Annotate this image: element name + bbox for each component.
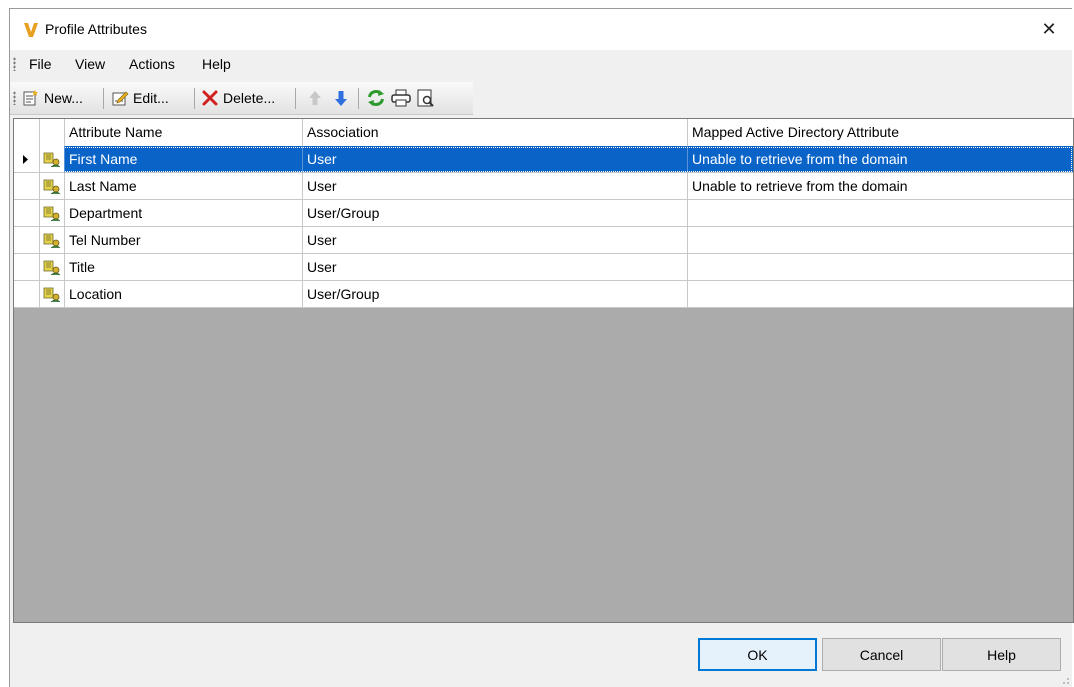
close-icon: ✕ — [1041, 19, 1057, 39]
title-bar: Profile Attributes ✕ — [10, 9, 1072, 50]
column-header-association[interactable]: Association — [303, 119, 688, 146]
row-selector[interactable] — [14, 281, 40, 308]
delete-button-label: Delete... — [223, 90, 276, 106]
row-selector[interactable] — [14, 200, 40, 227]
table-row[interactable]: First Name User Unable to retrieve from … — [14, 146, 1073, 173]
row-header-corner — [14, 119, 40, 146]
resize-grip-icon[interactable] — [1060, 675, 1070, 685]
edit-button-label: Edit... — [133, 90, 169, 106]
association-cell: User/Group — [303, 281, 688, 308]
association-cell: User — [303, 227, 688, 254]
new-button-label: New... — [44, 90, 83, 106]
menu-bar: File View Actions Help — [10, 50, 1072, 77]
menu-grip-icon — [13, 57, 16, 71]
toolbar-separator — [103, 88, 104, 109]
mapped-ad-attribute-cell: Unable to retrieve from the domain — [688, 173, 1073, 200]
mapped-ad-attribute-cell — [688, 254, 1073, 281]
association-cell: User/Group — [303, 200, 688, 227]
mapped-ad-attribute-cell — [688, 200, 1073, 227]
attribute-name-cell: Title — [65, 254, 303, 281]
toolbar-grip-icon — [13, 91, 16, 105]
attribute-icon — [43, 152, 61, 168]
toolbar: New... Edit... Delete... — [10, 82, 473, 115]
attribute-name-cell: Last Name — [65, 173, 303, 200]
attribute-name-cell: Department — [65, 200, 303, 227]
print-icon[interactable] — [390, 88, 412, 108]
edit-document-icon — [112, 91, 129, 106]
new-document-icon — [23, 90, 38, 106]
refresh-icon[interactable] — [365, 88, 387, 108]
table-row[interactable]: Location User/Group — [14, 281, 1073, 308]
attribute-icon — [43, 206, 61, 222]
toolbar-separator — [358, 88, 359, 109]
table-row[interactable]: Tel Number User — [14, 227, 1073, 254]
table-row[interactable]: Title User — [14, 254, 1073, 281]
app-logo-icon — [24, 23, 38, 37]
toolbar-separator — [194, 88, 195, 109]
move-down-arrow-icon[interactable] — [330, 88, 352, 108]
row-selector[interactable] — [14, 254, 40, 281]
row-icon-cell — [40, 254, 65, 281]
mapped-ad-attribute-cell — [688, 227, 1073, 254]
attribute-name-cell: Location — [65, 281, 303, 308]
row-icon-cell — [40, 200, 65, 227]
attribute-icon — [43, 287, 61, 303]
profile-attributes-dialog: Profile Attributes ✕ File View Actions H… — [9, 8, 1074, 687]
edit-button[interactable]: Edit... — [111, 87, 169, 109]
grid-header-row: Attribute Name Association Mapped Active… — [14, 119, 1073, 147]
mapped-ad-attribute-cell: Unable to retrieve from the domain — [688, 146, 1073, 173]
attribute-icon — [43, 179, 61, 195]
column-header-mapped-ad-attribute[interactable]: Mapped Active Directory Attribute — [688, 119, 1073, 146]
menu-file[interactable]: File — [29, 56, 52, 72]
row-selector[interactable] — [14, 227, 40, 254]
menu-view[interactable]: View — [75, 56, 105, 72]
association-cell: User — [303, 173, 688, 200]
delete-button[interactable]: Delete... — [201, 87, 275, 109]
attribute-icon — [43, 260, 61, 276]
row-icon-cell — [40, 173, 65, 200]
menu-actions[interactable]: Actions — [129, 56, 175, 72]
close-button[interactable]: ✕ — [1026, 9, 1072, 50]
attribute-icon — [43, 233, 61, 249]
current-row-arrow-icon — [23, 155, 28, 164]
ok-button[interactable]: OK — [698, 638, 817, 671]
delete-x-icon — [202, 90, 218, 106]
menu-help[interactable]: Help — [202, 56, 231, 72]
association-cell: User — [303, 146, 688, 173]
attributes-grid: Attribute Name Association Mapped Active… — [13, 118, 1074, 623]
help-button[interactable]: Help — [942, 638, 1061, 671]
attribute-name-cell: Tel Number — [65, 227, 303, 254]
row-selector[interactable] — [14, 173, 40, 200]
row-selector[interactable] — [14, 146, 40, 173]
row-icon-cell — [40, 227, 65, 254]
window-title: Profile Attributes — [45, 21, 147, 37]
new-button[interactable]: New... — [22, 87, 83, 109]
mapped-ad-attribute-cell — [688, 281, 1073, 308]
attribute-name-cell: First Name — [65, 146, 303, 173]
icon-column-header — [40, 119, 65, 146]
row-icon-cell — [40, 281, 65, 308]
table-row[interactable]: Last Name User Unable to retrieve from t… — [14, 173, 1073, 200]
print-preview-icon[interactable] — [415, 88, 437, 108]
toolbar-separator — [295, 88, 296, 109]
row-icon-cell — [40, 146, 65, 173]
table-row[interactable]: Department User/Group — [14, 200, 1073, 227]
association-cell: User — [303, 254, 688, 281]
cancel-button[interactable]: Cancel — [822, 638, 941, 671]
column-header-attribute-name[interactable]: Attribute Name — [65, 119, 303, 146]
move-up-arrow-icon[interactable] — [304, 88, 326, 108]
